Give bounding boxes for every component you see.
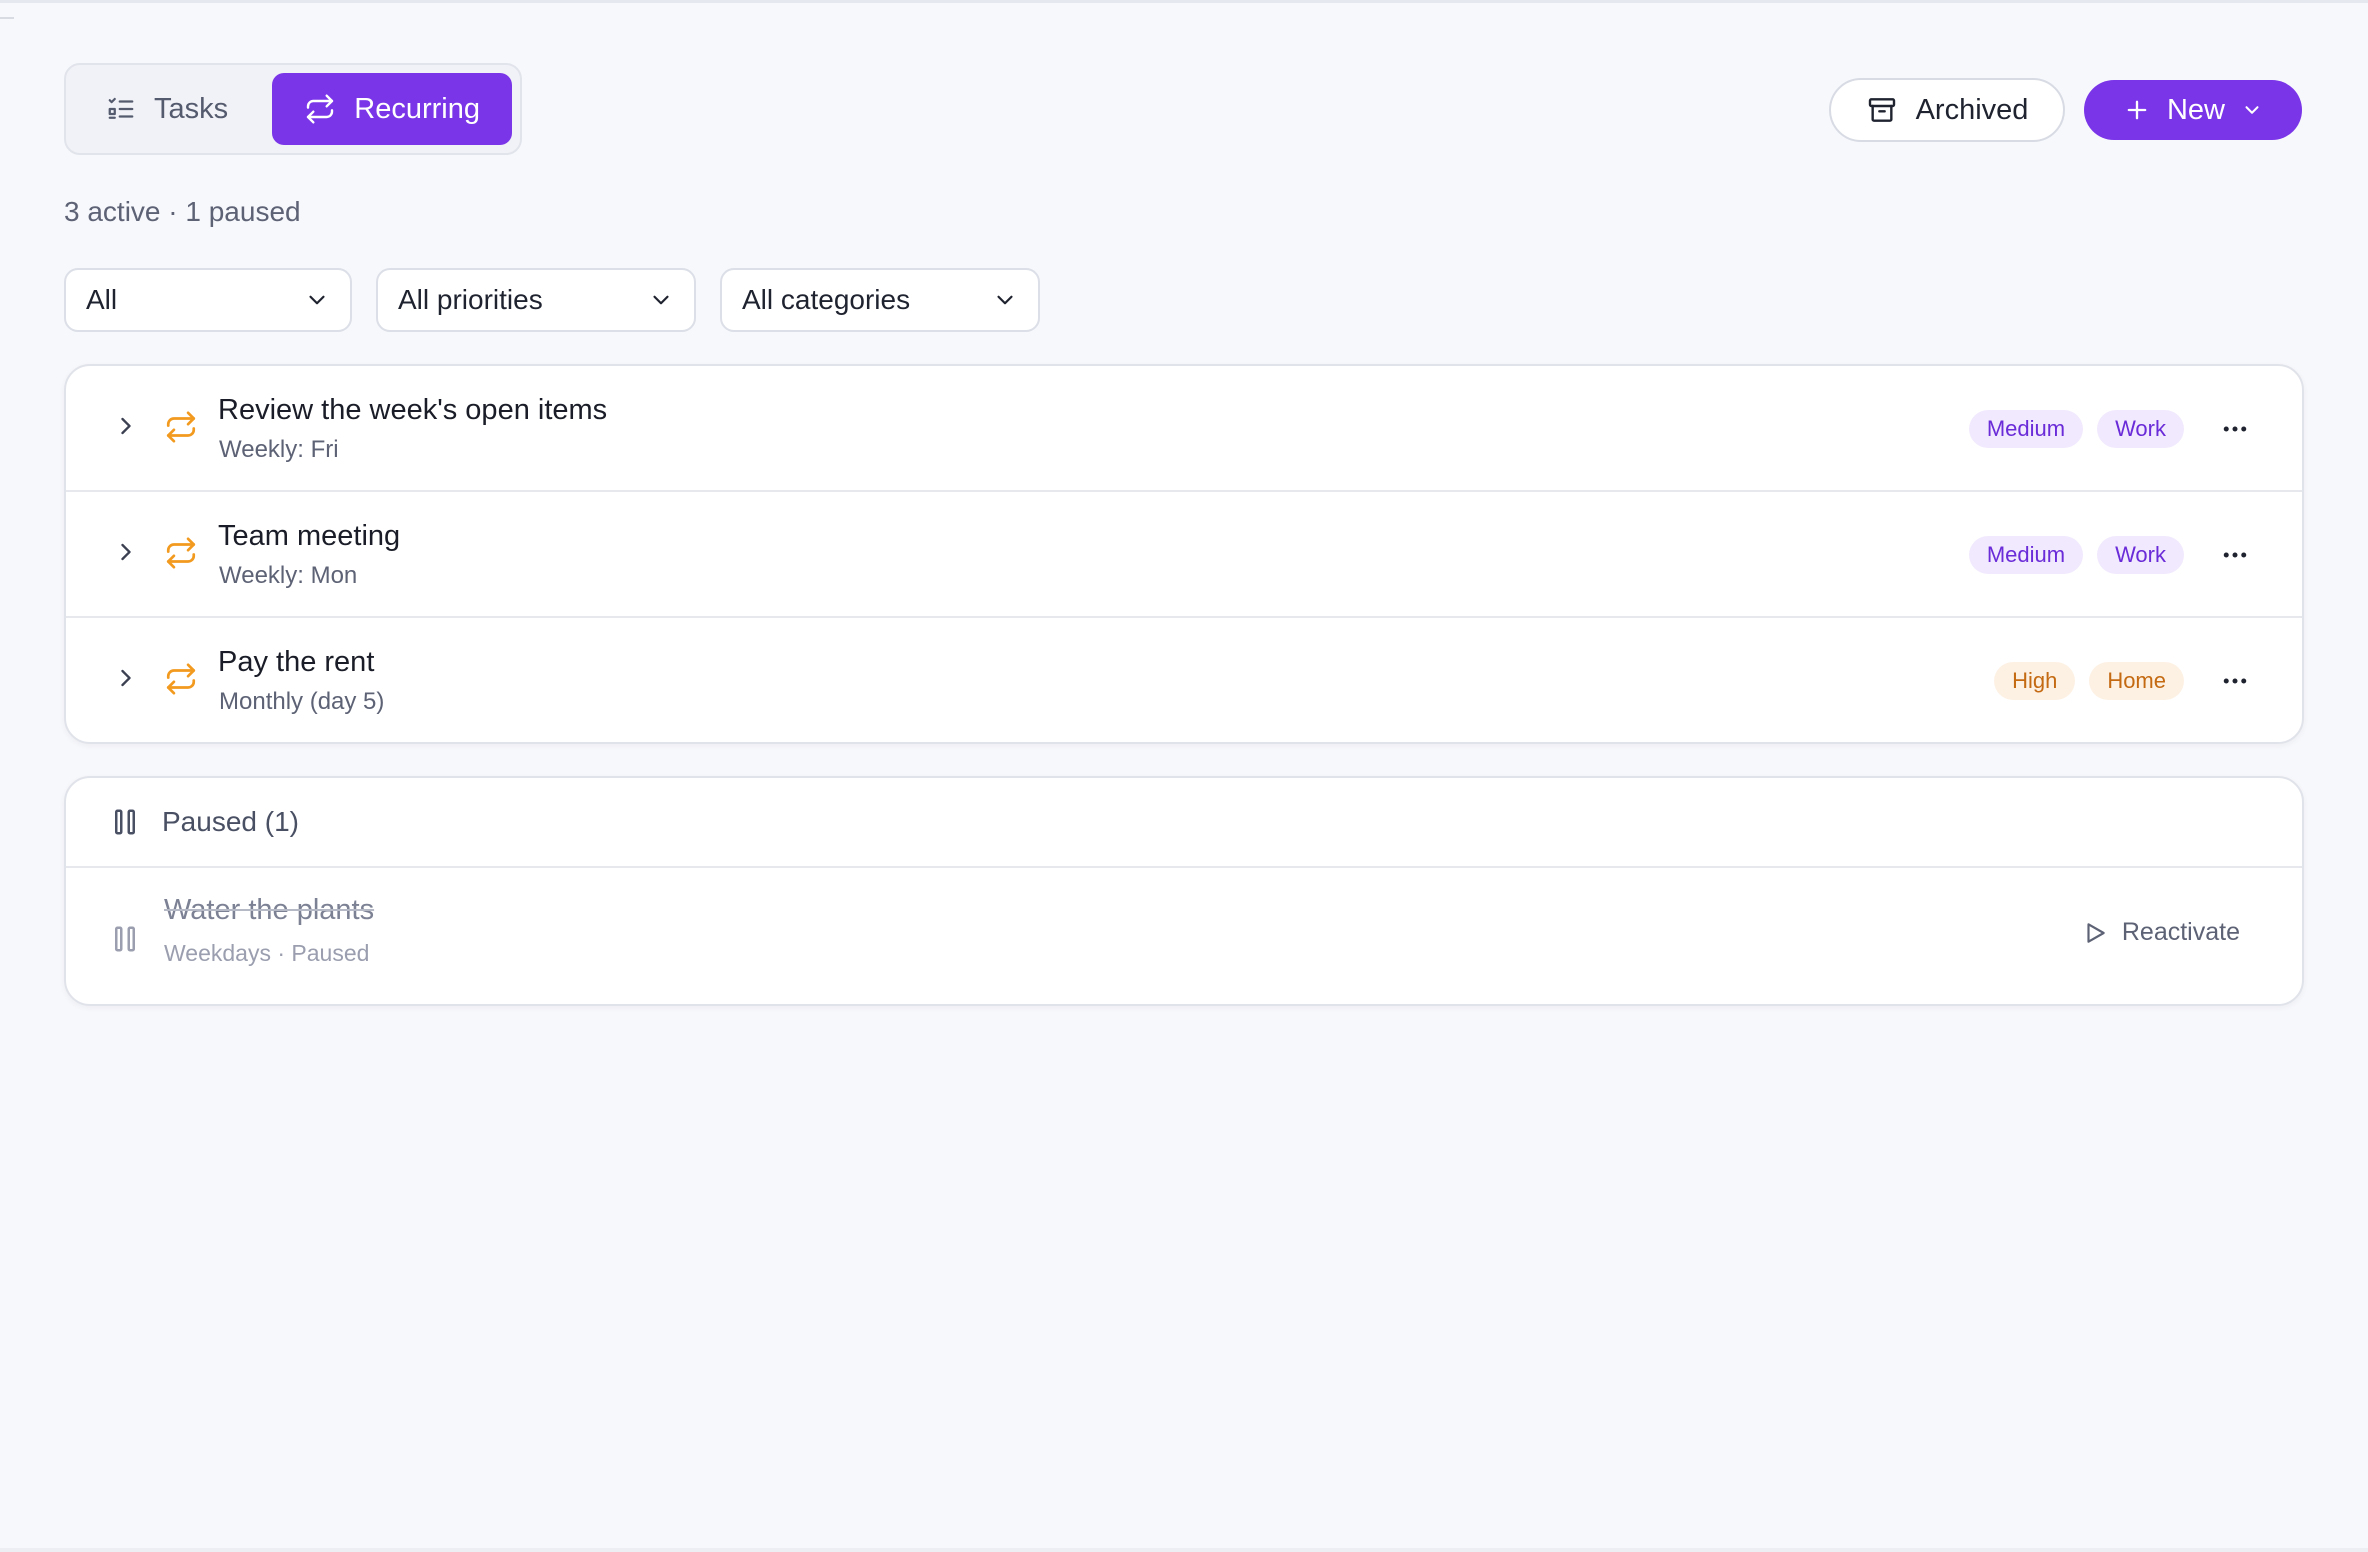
repeat-icon bbox=[166, 663, 196, 695]
new-button[interactable]: New bbox=[2084, 80, 2302, 140]
paused-header[interactable]: Paused (1) bbox=[66, 778, 2302, 868]
tab-tasks-label: Tasks bbox=[154, 92, 229, 125]
more-options-icon[interactable] bbox=[2220, 414, 2250, 444]
category-badge: Work bbox=[2097, 536, 2184, 574]
recurring-list: Review the week's open items Weekly: Fri… bbox=[64, 364, 2304, 744]
priority-badge: Medium bbox=[1968, 536, 2084, 574]
item-schedule: Weekly: Mon bbox=[219, 562, 358, 589]
chevron-right-icon[interactable] bbox=[112, 538, 140, 566]
paused-header-label: Paused (1) bbox=[162, 806, 299, 837]
list-checks-icon bbox=[108, 97, 134, 119]
status-filter-value: All bbox=[86, 284, 118, 315]
chevron-down-icon bbox=[2245, 106, 2259, 114]
archived-label: Archived bbox=[1915, 93, 2029, 126]
item-badges: Medium Work bbox=[1968, 536, 2184, 574]
bottom-divider bbox=[0, 1548, 2368, 1552]
status-filter[interactable]: All bbox=[64, 268, 352, 332]
top-mark bbox=[0, 17, 14, 19]
item-schedule: Monthly (day 5) bbox=[219, 688, 385, 715]
item-schedule: Weekly: Fri bbox=[219, 436, 339, 463]
pause-icon bbox=[115, 809, 135, 835]
chevron-down-icon bbox=[309, 295, 325, 305]
more-options-icon[interactable] bbox=[2220, 540, 2250, 570]
priority-filter-value: All priorities bbox=[398, 284, 543, 315]
chevron-right-icon[interactable] bbox=[112, 412, 140, 440]
priority-badge: High bbox=[1994, 662, 2076, 700]
archive-icon bbox=[1868, 98, 1895, 122]
play-icon bbox=[2087, 922, 2105, 943]
reactivate-label: Reactivate bbox=[2121, 918, 2240, 946]
priority-filter[interactable]: All priorities bbox=[376, 268, 696, 332]
category-badge: Home bbox=[2089, 662, 2184, 700]
chevron-right-icon[interactable] bbox=[112, 664, 140, 692]
repeat-icon bbox=[166, 411, 196, 443]
item-title: Team meeting bbox=[218, 520, 401, 552]
tab-tasks[interactable]: Tasks bbox=[74, 73, 266, 145]
category-filter-value: All categories bbox=[742, 284, 911, 315]
summary-text: 3 active · 1 paused bbox=[64, 196, 301, 227]
paused-item-schedule: Weekdays · Paused bbox=[164, 940, 370, 966]
paused-section: Paused (1) Water the plants Weekdays · P… bbox=[64, 776, 2304, 1006]
list-item[interactable]: Team meeting Weekly: Mon Medium Work bbox=[66, 492, 2302, 618]
chevron-down-icon bbox=[653, 295, 669, 305]
view-switcher: Tasks Recurring bbox=[64, 63, 522, 155]
chevron-down-icon bbox=[997, 295, 1013, 305]
item-title: Pay the rent bbox=[218, 646, 375, 678]
tab-recurring[interactable]: Recurring bbox=[272, 73, 512, 145]
plus-icon bbox=[2127, 100, 2147, 120]
list-item[interactable]: Review the week's open items Weekly: Fri… bbox=[66, 366, 2302, 492]
paused-list-item[interactable]: Water the plants Weekdays · Paused React… bbox=[66, 868, 2302, 1004]
pause-icon bbox=[115, 926, 135, 952]
reactivate-button[interactable]: Reactivate bbox=[2082, 918, 2240, 947]
list-item[interactable]: Pay the rent Monthly (day 5) High Home bbox=[66, 618, 2302, 742]
item-title: Review the week's open items bbox=[218, 394, 608, 426]
priority-badge: Medium bbox=[1968, 410, 2084, 448]
repeat-icon bbox=[166, 537, 196, 569]
item-badges: Medium Work bbox=[1968, 410, 2184, 448]
repeat-icon bbox=[307, 94, 334, 124]
new-label: New bbox=[2166, 93, 2225, 126]
tab-recurring-label: Recurring bbox=[354, 92, 480, 125]
archived-button[interactable]: Archived bbox=[1829, 78, 2065, 142]
category-badge: Work bbox=[2097, 410, 2184, 448]
category-filter[interactable]: All categories bbox=[720, 268, 1040, 332]
more-options-icon[interactable] bbox=[2220, 666, 2250, 696]
paused-item-title: Water the plants bbox=[164, 894, 375, 926]
item-badges: High Home bbox=[1994, 662, 2184, 700]
top-divider bbox=[0, 0, 2368, 3]
